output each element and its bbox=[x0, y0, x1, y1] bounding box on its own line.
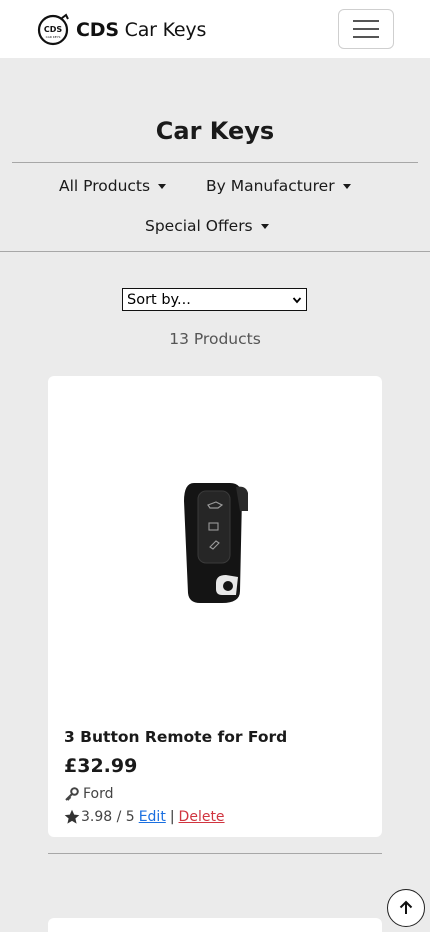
product-card: 3 Button Remote for Ford £32.99 Ford 3.9… bbox=[48, 376, 382, 837]
delete-product-link[interactable]: Delete bbox=[179, 807, 225, 827]
brand-name: CDS Car Keys bbox=[76, 15, 206, 45]
logo-subtext: CAR KEYS bbox=[46, 35, 61, 39]
by-manufacturer-label: By Manufacturer bbox=[206, 177, 335, 195]
link-separator: | bbox=[169, 809, 175, 825]
product-image[interactable] bbox=[48, 376, 382, 706]
arrow-up-icon bbox=[399, 900, 413, 914]
divider bbox=[12, 162, 418, 163]
star-icon bbox=[64, 809, 80, 824]
hamburger-icon-bar bbox=[353, 28, 379, 30]
page-title: Car Keys bbox=[155, 117, 275, 145]
product-card bbox=[48, 918, 382, 932]
product-brand[interactable]: Ford bbox=[64, 784, 114, 804]
all-products-dropdown[interactable]: All Products bbox=[59, 174, 167, 198]
hamburger-icon-bar bbox=[353, 20, 379, 22]
all-products-label: All Products bbox=[59, 177, 151, 195]
brand-name-rest: Car Keys bbox=[118, 19, 207, 41]
caret-down-icon bbox=[342, 183, 351, 189]
key-icon bbox=[65, 786, 79, 801]
edit-product-link[interactable]: Edit bbox=[139, 807, 166, 827]
brand-name-bold: CDS bbox=[76, 19, 119, 41]
hamburger-icon-bar bbox=[353, 36, 379, 38]
caret-down-icon bbox=[260, 223, 269, 229]
chevron-down-icon bbox=[292, 296, 302, 303]
special-offers-label: Special Offers bbox=[145, 217, 253, 235]
hamburger-menu-button[interactable] bbox=[338, 9, 394, 49]
car-key-fob-image bbox=[184, 483, 248, 603]
brand-logo-icon: CDS CAR KEYS bbox=[37, 13, 69, 46]
navbar: CDS CAR KEYS CDS Car Keys bbox=[0, 0, 430, 58]
sort-select[interactable]: Sort by... bbox=[122, 288, 307, 311]
product-price: £32.99 bbox=[64, 755, 138, 777]
logo-text: CDS bbox=[44, 25, 63, 34]
back-to-top-button[interactable] bbox=[387, 889, 425, 927]
caret-down-icon bbox=[158, 183, 167, 189]
special-offers-dropdown[interactable]: Special Offers bbox=[145, 214, 269, 238]
sort-selected-value: Sort by... bbox=[127, 291, 191, 308]
product-title[interactable]: 3 Button Remote for Ford bbox=[64, 726, 287, 748]
divider bbox=[48, 853, 382, 854]
product-rating-value: 3.98 / 5 bbox=[81, 809, 135, 825]
product-brand-label: Ford bbox=[83, 786, 114, 802]
divider bbox=[0, 251, 430, 252]
product-count: 13 Products bbox=[169, 330, 261, 348]
by-manufacturer-dropdown[interactable]: By Manufacturer bbox=[206, 174, 351, 198]
brand-link[interactable]: CDS CAR KEYS CDS Car Keys bbox=[36, 13, 206, 47]
product-rating-row: 3.98 / 5 Edit | Delete bbox=[64, 807, 225, 827]
